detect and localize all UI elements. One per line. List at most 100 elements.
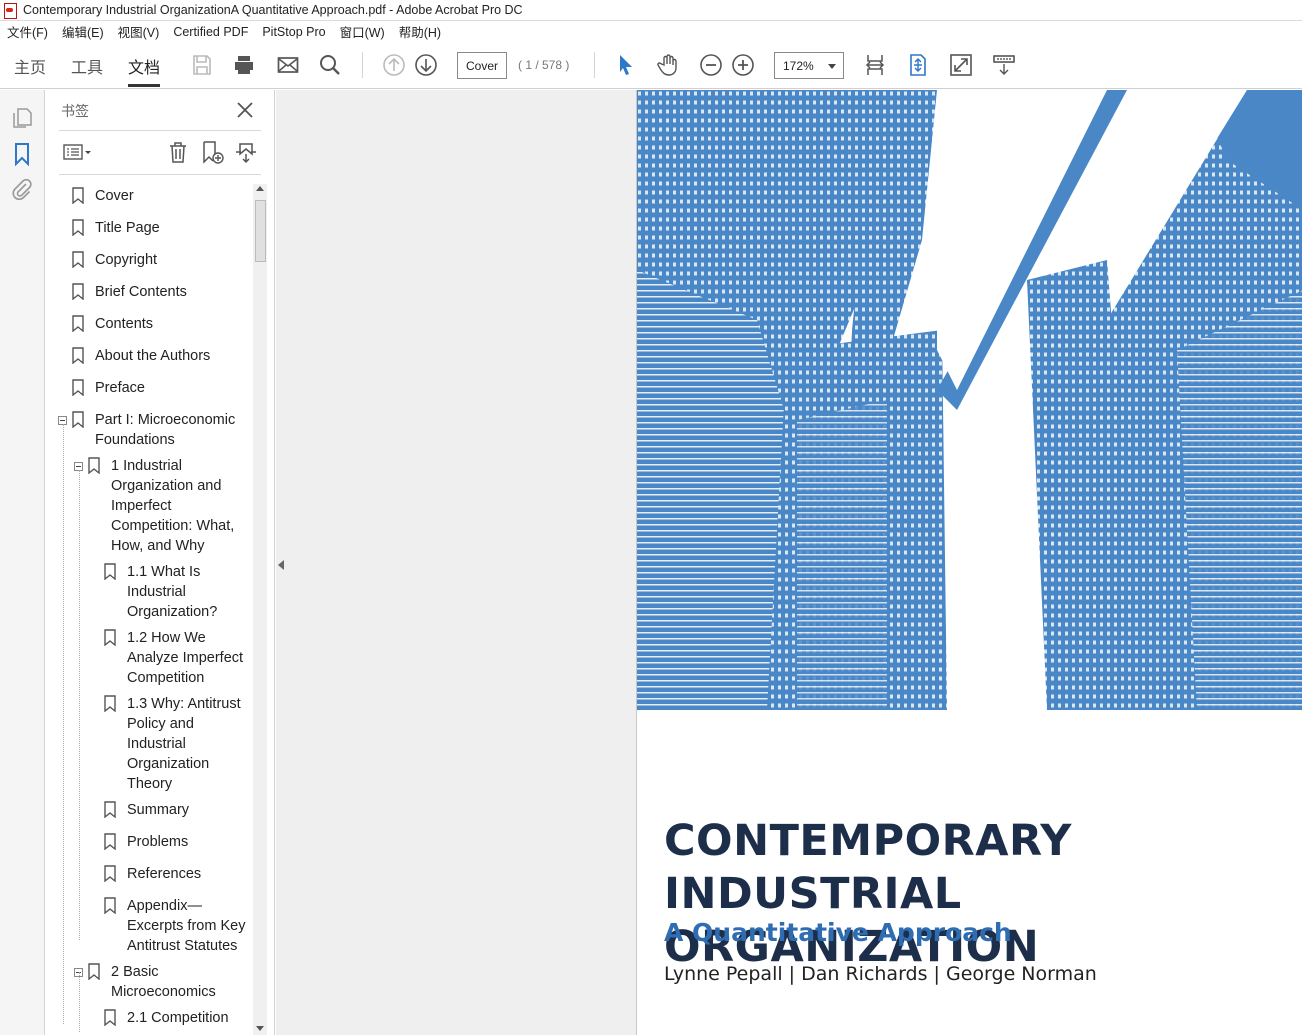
toolbar-divider (362, 52, 363, 78)
bookmark-item[interactable]: Summary (104, 800, 189, 820)
scroll-up-icon[interactable] (256, 186, 264, 191)
bookmarks-panel: 书签 Cover Title Page Copyright Brief Content… (45, 90, 275, 1035)
close-icon[interactable] (235, 100, 255, 120)
pointer-arrow-icon[interactable] (612, 52, 638, 78)
new-bookmark-icon[interactable] (200, 140, 224, 164)
fit-width-icon[interactable] (862, 52, 888, 78)
bookmark-label: Problems (127, 834, 189, 850)
read-mode-icon[interactable] (991, 52, 1017, 78)
bookmark-icon (88, 457, 100, 474)
bookmark-item[interactable]: About the Authors (72, 346, 210, 366)
bookmark-options-icon[interactable] (62, 140, 94, 164)
arrow-down-circle-icon[interactable] (413, 52, 439, 78)
bookmark-icon (88, 963, 100, 980)
bookmark-item[interactable]: 2 Basic Microeconomics (88, 962, 216, 1002)
bookmark-item[interactable]: 1 Industrial Organization and Imperfect … (88, 456, 234, 556)
bookmark-icon (104, 801, 116, 818)
menu-certified-pdf[interactable]: Certified PDF (166, 25, 255, 39)
menu-view[interactable]: 视图(V) (111, 22, 167, 41)
bookmark-item[interactable]: Appendix— Excerpts from Key Antitrust St… (104, 896, 245, 956)
bookmark-label: References (127, 866, 202, 882)
bookmark-item[interactable]: 1.3 Why: Antitrust Policy and Industrial… (104, 694, 241, 794)
bookmark-item[interactable]: Contents (72, 314, 153, 334)
search-icon[interactable] (317, 52, 343, 78)
scroll-down-icon[interactable] (256, 1026, 264, 1031)
bookmark-label: 2.1 Competition (127, 1010, 229, 1026)
zoom-level-value: 172% (783, 58, 814, 73)
bookmark-item[interactable]: Brief Contents (72, 282, 187, 302)
navigation-rail (0, 90, 45, 1035)
menu-edit[interactable]: 编辑(E) (55, 22, 111, 41)
cover-title: CONTEMPORARY INDUSTRIAL ORGANIZATION (664, 816, 1072, 972)
bookmark-icon (72, 283, 84, 300)
bookmark-icon (72, 315, 84, 332)
cover-subtitle: A Quantitative Approach (664, 918, 1012, 947)
panel-divider (59, 174, 261, 175)
bookmark-label: Part I: Microeconomic Foundations (95, 412, 236, 448)
bookmark-icon (104, 897, 116, 914)
bookmark-item[interactable]: Cover (72, 186, 134, 206)
tab-tools[interactable]: 工具 (71, 54, 103, 78)
cover-authors: Lynne Pepall | Dan Richards | George Nor… (664, 963, 1097, 985)
bookmark-icon (72, 251, 84, 268)
menu-file[interactable]: 文件(F) (0, 22, 55, 41)
expand-bookmark-icon[interactable] (234, 140, 258, 164)
save-icon[interactable] (189, 52, 215, 78)
bookmark-item[interactable]: Part I: Microeconomic Foundations (72, 410, 235, 450)
zoom-out-icon[interactable] (698, 52, 724, 78)
page-count: ( 1 / 578 ) (518, 58, 570, 72)
bookmark-item[interactable]: 1.2 How We Analyze Imperfect Competition (104, 628, 243, 688)
tab-home[interactable]: 主页 (14, 54, 46, 78)
menu-window[interactable]: 窗口(W) (333, 22, 392, 41)
collapse-panel-icon[interactable] (278, 560, 284, 570)
bookmark-label: 2 Basic Microeconomics (111, 964, 216, 1000)
bookmark-label: Contents (95, 316, 154, 332)
bookmark-label: Summary (127, 802, 190, 818)
bookmark-label: Preface (95, 380, 145, 396)
attachment-icon[interactable] (10, 178, 34, 202)
bookmark-icon (104, 695, 116, 712)
bookmark-icon (72, 411, 84, 428)
bookmark-item[interactable]: References (104, 864, 201, 884)
bookmark-item[interactable]: Problems (104, 832, 188, 852)
bookmark-label: 1.1 What Is Industrial Organization? (127, 564, 218, 620)
cover-illustration (637, 90, 1302, 710)
bookmark-label: 1.2 How We Analyze Imperfect Competition (127, 630, 244, 686)
title-bar: Contemporary Industrial OrganizationA Qu… (0, 0, 1302, 21)
print-icon[interactable] (231, 52, 257, 78)
bookmark-item[interactable]: Preface (72, 378, 145, 398)
fit-page-icon[interactable] (905, 52, 931, 78)
page-number-input[interactable]: Cover (457, 52, 507, 79)
bookmark-panel-icon[interactable] (10, 142, 34, 167)
panel-divider (59, 130, 261, 131)
document-viewport[interactable]: CONTEMPORARY INDUSTRIAL ORGANIZATION A Q… (276, 90, 1302, 1035)
hand-tool-icon[interactable] (655, 52, 681, 78)
zoom-in-icon[interactable] (730, 52, 756, 78)
bookmark-icon (104, 629, 116, 646)
tree-guide-line (79, 972, 80, 1032)
bookmark-tree: Cover Title Page Copyright Brief Contents Co… (45, 182, 253, 1035)
scroll-thumb[interactable] (255, 200, 266, 262)
bookmark-label: 1 Industrial Organization and Imperfect … (111, 458, 235, 554)
zoom-level-select[interactable]: 172% (774, 52, 844, 79)
arrow-up-circle-icon[interactable] (381, 52, 407, 78)
bookmark-label: Appendix— Excerpts from Key Antitrust St… (127, 898, 246, 954)
bookmark-item[interactable]: Copyright (72, 250, 157, 270)
tab-document[interactable]: 文档 (128, 54, 161, 87)
bookmark-icon (104, 833, 116, 850)
delete-bookmark-icon[interactable] (166, 140, 190, 164)
bookmark-scrollbar[interactable] (253, 184, 267, 1035)
bookmark-label: Title Page (95, 220, 160, 236)
email-icon[interactable] (275, 52, 301, 78)
full-screen-icon[interactable] (948, 52, 974, 78)
toolbar-divider (594, 52, 595, 78)
tree-guide-line (79, 470, 80, 940)
bookmark-item[interactable]: 2.1 Competition (104, 1008, 229, 1028)
menu-help[interactable]: 帮助(H) (392, 22, 448, 41)
bookmark-item[interactable]: 1.1 What Is Industrial Organization? (104, 562, 217, 622)
menu-pitstop-pro[interactable]: PitStop Pro (255, 25, 332, 39)
page-thumbnails-icon[interactable] (10, 106, 34, 130)
window-title: Contemporary Industrial OrganizationA Qu… (23, 3, 523, 17)
bookmark-icon (72, 187, 84, 204)
bookmark-item[interactable]: Title Page (72, 218, 160, 238)
